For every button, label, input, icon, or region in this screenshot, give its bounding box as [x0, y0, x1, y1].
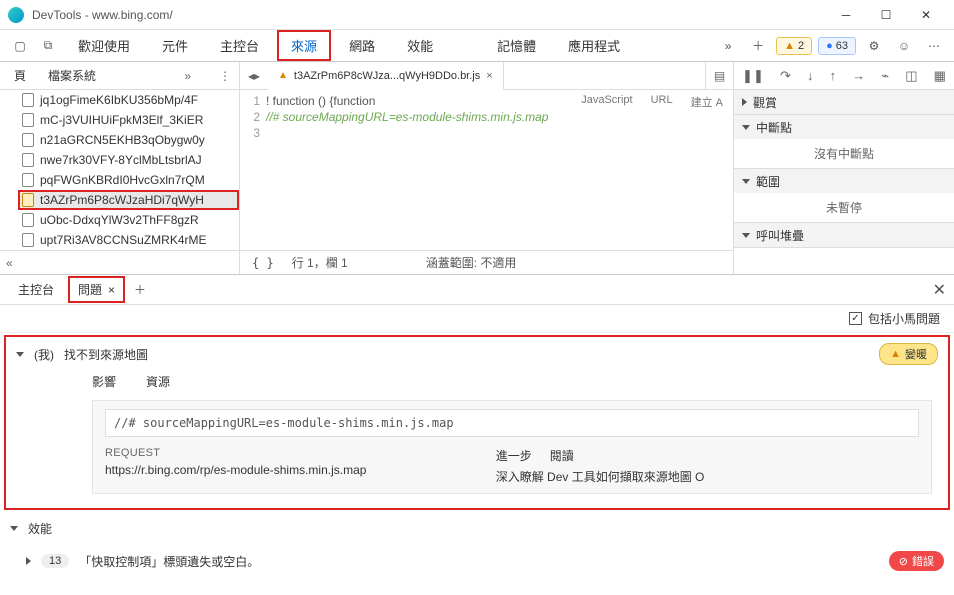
split-pane-icon[interactable]: ▤ — [705, 62, 733, 90]
file-item-selected[interactable]: t3AZrPm6P8cWJzaHDi7qWyH — [18, 190, 239, 210]
sidebar-tab-filesystem[interactable]: 檔案系統 — [42, 63, 102, 88]
pretty-print-button[interactable]: { } — [252, 256, 274, 270]
warning-icon: ▲ — [278, 70, 288, 81]
sidebar-menu-icon[interactable]: ⋮ — [219, 69, 231, 83]
request-url[interactable]: https://r.bing.com/rp/es-module-shims.mi… — [105, 459, 496, 477]
tab-network[interactable]: 網路 — [335, 30, 389, 61]
add-drawer-tab-icon[interactable]: ＋ — [129, 281, 151, 298]
perf-title: 效能 — [28, 520, 52, 537]
add-tab-icon[interactable]: ＋ — [746, 34, 770, 58]
file-item[interactable]: nwe7rk30VFY-8YclMbLtsbrlAJ — [18, 150, 239, 170]
collapse-sidebar-icon[interactable]: « — [6, 256, 13, 270]
file-item[interactable]: uObc-DdxqYlW3v2ThFF8gzR — [18, 210, 239, 230]
pause-button[interactable]: ❚❚ — [742, 68, 764, 84]
file-item[interactable]: pqFWGnKBRdI0HvcGxln7rQM — [18, 170, 239, 190]
feedback-icon[interactable]: ☺ — [892, 34, 916, 58]
issue-severity-badge: ▲變暖 — [879, 343, 938, 365]
inspect-icon[interactable]: ▢ — [8, 34, 32, 58]
drawer-tab-issues[interactable]: 問題 × — [68, 276, 125, 303]
close-drawer-tab-icon[interactable]: × — [108, 283, 115, 297]
perf-item-count: 13 — [41, 554, 69, 568]
issue-code-line: //# sourceMappingURL=es-module-shims.min… — [105, 409, 919, 437]
expand-perf-item-icon[interactable] — [26, 557, 31, 565]
issue-title: 找不到來源地圖 — [64, 346, 148, 363]
minimize-button[interactable]: ─ — [826, 1, 866, 29]
code-area[interactable]: ! function () {function //# sourceMappin… — [266, 90, 733, 250]
file-item[interactable]: jq1ogFimeK6IbKU356bMp/4F — [18, 90, 239, 110]
issue-sub-affect: 影響 — [92, 373, 116, 390]
more-tabs-icon[interactable]: » — [716, 34, 740, 58]
watch-section[interactable]: 觀賞 — [734, 90, 954, 114]
window-title: DevTools - www.bing.com/ — [32, 8, 826, 22]
tab-console[interactable]: 主控台 — [206, 30, 273, 61]
file-item[interactable]: upt7Ri3AV8CCNSuZMRK4rME — [18, 230, 239, 250]
close-drawer-icon[interactable]: ✕ — [933, 280, 946, 300]
step-over-button[interactable]: ↷ — [780, 68, 791, 84]
learn-more-link[interactable]: 深入瞭解 Dev 工具如何擷取來源地圖 O — [496, 464, 887, 485]
file-item[interactable]: mC-j3VUIHUiFpkM3Elf_3KiER — [18, 110, 239, 130]
close-button[interactable]: ✕ — [906, 1, 946, 29]
breakpoints-section[interactable]: 中斷點 — [734, 115, 954, 139]
no-breakpoints-text: 沒有中斷點 — [734, 139, 954, 168]
app-icon — [8, 7, 24, 23]
deactivate-bp-button[interactable]: ⌁ — [881, 68, 889, 84]
tab-elements[interactable]: 元件 — [148, 30, 202, 61]
file-item[interactable]: n21aGRCN5EKHB3qObygw0y — [18, 130, 239, 150]
step-out-button[interactable]: ↑ — [830, 68, 837, 83]
sidebar-more-icon[interactable]: » — [184, 69, 191, 83]
meta-lang: JavaScript — [581, 94, 632, 110]
error-badge: ⊘錯誤 — [889, 551, 944, 571]
file-list: jq1ogFimeK6IbKU356bMp/4F mC-j3VUIHUiFpkM… — [0, 90, 239, 250]
tab-sources[interactable]: 來源 — [277, 30, 331, 61]
tab-memory[interactable]: 記憶體 — [483, 30, 550, 61]
tab-welcome[interactable]: 歡迎使用 — [64, 30, 144, 61]
tab-application[interactable]: 應用程式 — [554, 30, 634, 61]
expand-issue-icon[interactable] — [16, 352, 24, 357]
not-paused-text: 未暫停 — [734, 193, 954, 222]
nav-back-icon[interactable]: ◂▸ — [240, 69, 268, 83]
cursor-position: 行 1，欄 1 — [292, 254, 348, 271]
step-into-button[interactable]: ↓ — [807, 68, 814, 83]
messages-badge[interactable]: ●63 — [818, 37, 856, 55]
close-tab-icon[interactable]: × — [486, 70, 492, 82]
perf-item-text: 「快取控制項」標頭遺失或空白。 — [79, 553, 259, 570]
tab-performance[interactable]: 效能 — [393, 30, 447, 61]
script-icon[interactable]: ◫ — [905, 68, 917, 84]
further-label: 進一步 — [496, 447, 532, 464]
meta-build: 建立 A — [691, 94, 723, 110]
menu-icon[interactable]: ⋯ — [922, 34, 946, 58]
issue-sub-resource: 資源 — [146, 373, 170, 390]
device-icon[interactable]: ⧉ — [36, 34, 60, 58]
editor-file-tab[interactable]: ▲ t3AZrPm6P8cWJza...qWyH9DDo.br.js × — [268, 62, 504, 90]
meta-url: URL — [651, 94, 673, 110]
request-label: REQUEST — [105, 447, 496, 459]
maximize-button[interactable]: ☐ — [866, 1, 906, 29]
include-label: 包括小馬問題 — [868, 310, 940, 327]
callstack-section[interactable]: 呼叫堆疊 — [734, 223, 954, 247]
coverage-label: 涵蓋範圍: 不適用 — [426, 254, 517, 271]
drawer-tab-console[interactable]: 主控台 — [8, 276, 64, 303]
debugger-toolbar: ❚❚ ↷ ↓ ↑ → ⌁ ◫ ▦ — [734, 62, 954, 90]
step-button[interactable]: → — [852, 68, 865, 83]
expand-perf-icon[interactable] — [10, 526, 18, 531]
extensions-icon[interactable]: ▦ — [934, 68, 946, 84]
issue-count: (我) — [34, 346, 54, 363]
read-label: 閱讀 — [550, 447, 574, 464]
scope-section[interactable]: 範圍 — [734, 169, 954, 193]
settings-icon[interactable]: ⚙ — [862, 34, 886, 58]
warnings-badge[interactable]: ▲2 — [776, 37, 812, 55]
line-gutter: 123 — [240, 90, 266, 250]
sidebar-tab-page[interactable]: 頁 — [8, 63, 32, 88]
include-checkbox[interactable]: ✓ — [849, 312, 862, 325]
